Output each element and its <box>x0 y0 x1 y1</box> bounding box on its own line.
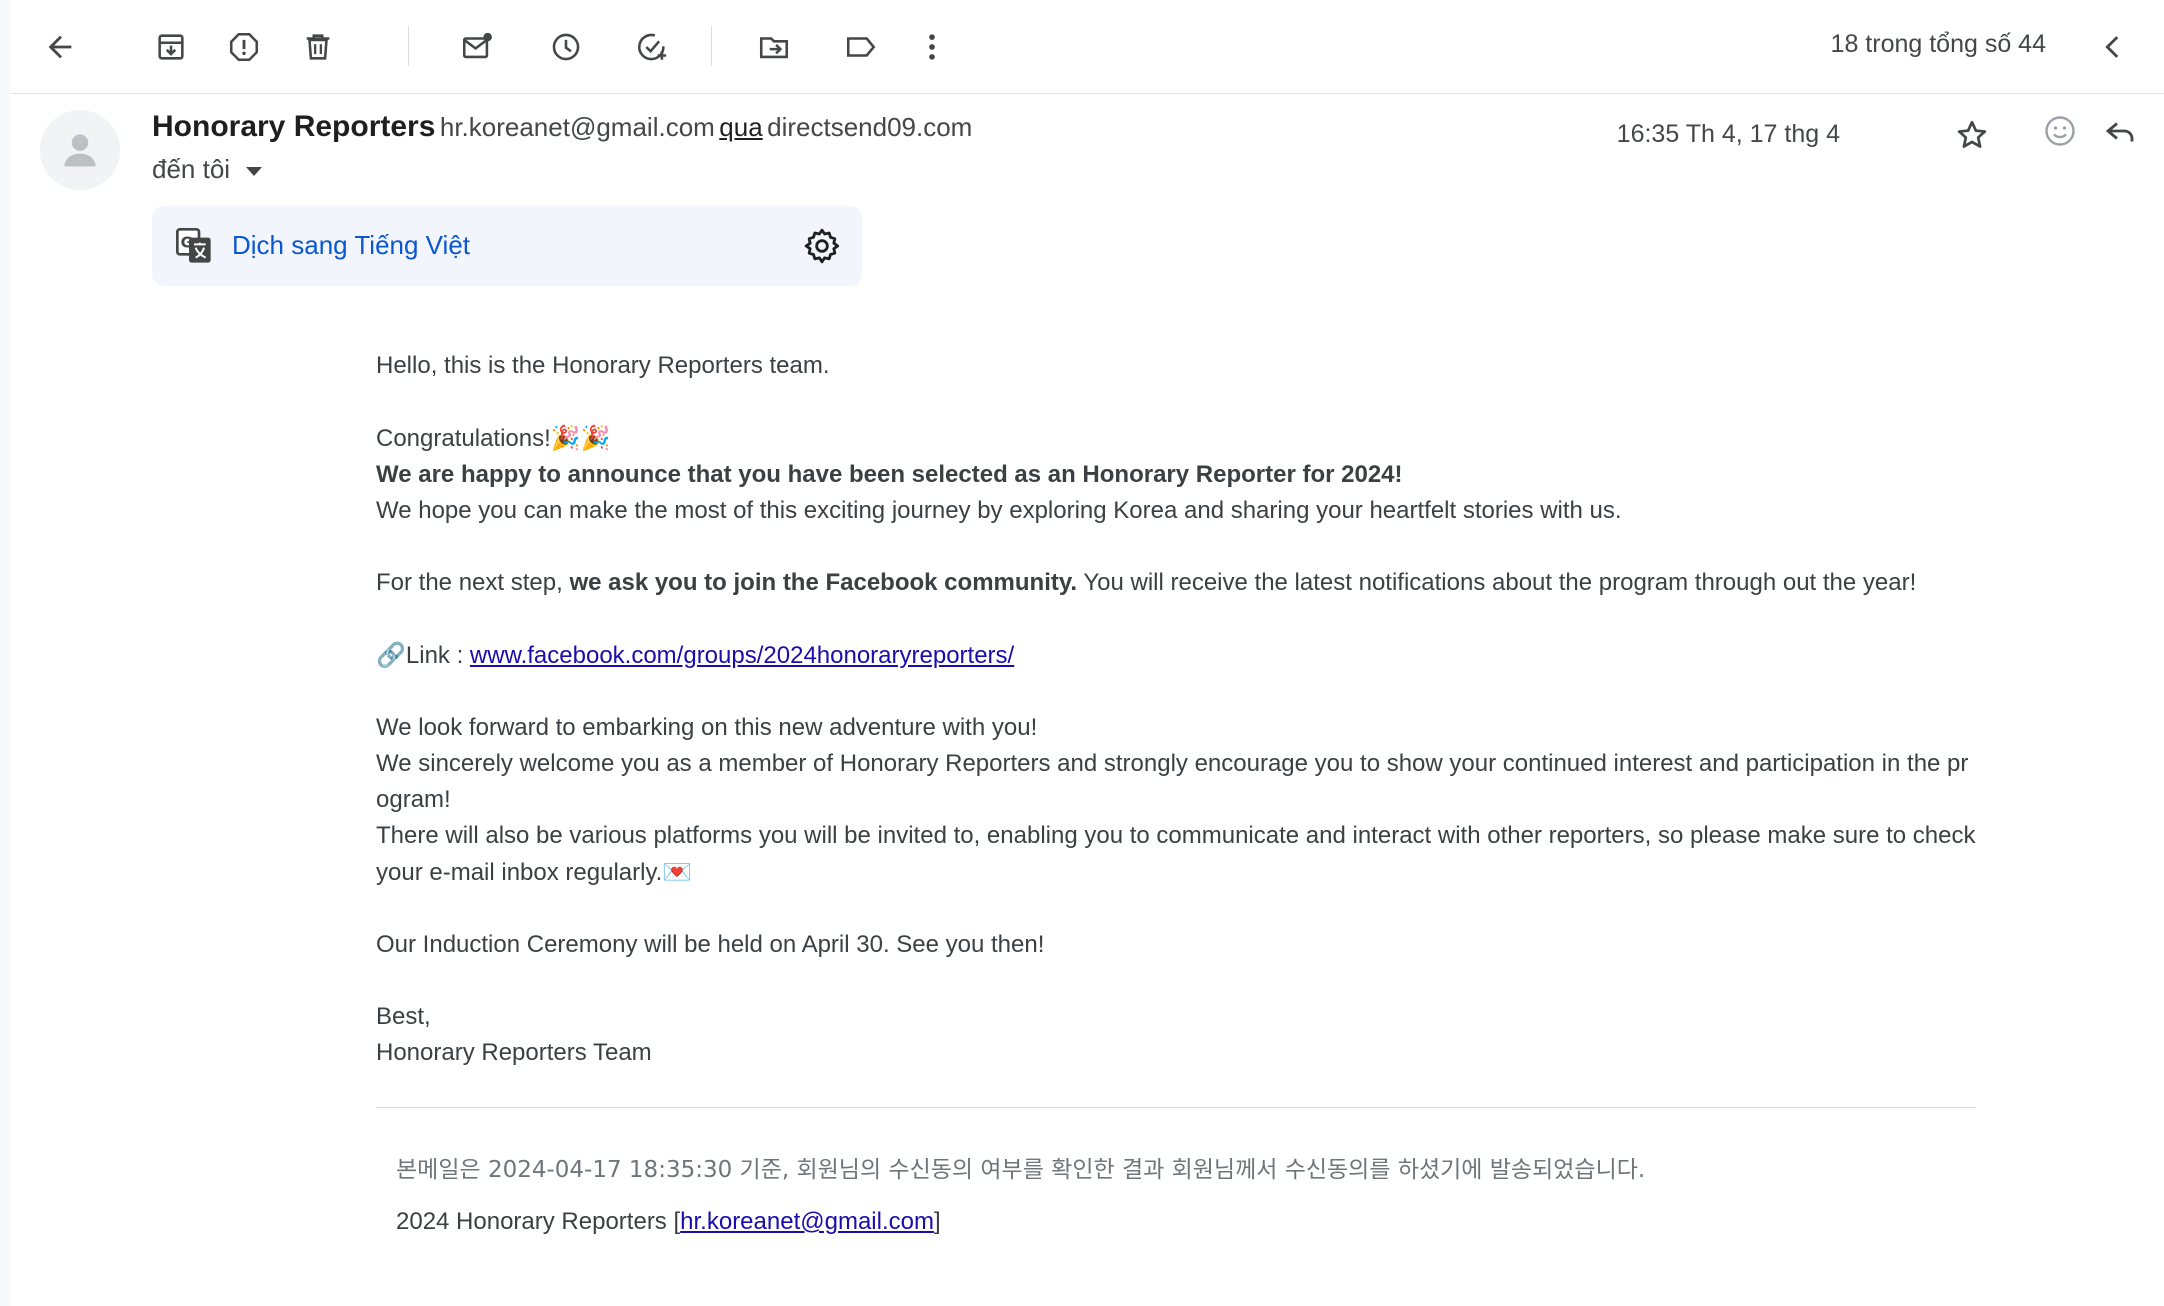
gear-icon[interactable] <box>802 226 842 266</box>
next-step-bold: we ask you to join the Facebook communit… <box>569 569 1078 596</box>
avatar[interactable] <box>40 110 120 190</box>
welcome-text: We sincerely welcome you as a member of … <box>376 750 1969 777</box>
add-to-tasks-button[interactable] <box>625 20 679 74</box>
report-spam-button[interactable] <box>217 20 271 74</box>
toolbar: 18 trong tổng số 44 <box>10 0 2164 94</box>
translate-bar: G Dịch sang Tiếng Việt <box>152 206 862 286</box>
love-letter-emoji: 💌 <box>662 858 693 886</box>
mail-unread-icon <box>462 32 492 59</box>
link-line: 🔗Link : www.facebook.com/groups/2024hono… <box>376 637 1980 674</box>
recipient-details-toggle[interactable]: đến tôi <box>152 154 263 185</box>
org-suffix: ] <box>933 1208 941 1235</box>
announcement: We are happy to announce that you have b… <box>376 461 1403 488</box>
move-to-button[interactable] <box>747 20 801 74</box>
delete-button[interactable] <box>291 20 345 74</box>
labels-button[interactable] <box>834 20 888 74</box>
greeting: Hello, this is the Honorary Reporters te… <box>376 352 830 379</box>
toolbar-separator <box>711 26 712 66</box>
left-edge <box>0 0 10 1306</box>
consent-notice: 본메일은 2024-04-17 18:35:30 기준, 회원님의 수신동의 여… <box>396 1157 1646 1183</box>
caret-down-icon <box>246 166 263 176</box>
person-icon <box>64 134 96 167</box>
label-icon <box>846 37 876 57</box>
more-vert-icon <box>929 34 935 60</box>
facebook-group-link[interactable]: www.facebook.com/groups/2024honoraryrepo… <box>470 642 1014 669</box>
welcome-text-cont: ogram! <box>376 786 451 813</box>
party-emoji: 🎉🎉 <box>550 424 611 452</box>
translate-link[interactable]: Dịch sang Tiếng Việt <box>232 230 470 261</box>
newer-button[interactable] <box>2086 20 2140 74</box>
platforms-text-cont: your e-mail inbox regularly. <box>376 859 663 886</box>
reply-icon <box>2105 122 2134 142</box>
sender-line: Honorary Reporters hr.koreanet@gmail.com… <box>152 110 972 144</box>
snooze-button[interactable] <box>539 20 593 74</box>
arrow-left-icon <box>48 35 72 59</box>
via-domain: directsend09.com <box>767 112 973 142</box>
folder-move-icon <box>759 37 789 59</box>
sender-email: hr.koreanet@gmail.com <box>439 112 715 142</box>
pager-count: 18 trong tổng số 44 <box>1830 30 2046 58</box>
link-emoji: 🔗 <box>376 641 406 669</box>
signature: Honorary Reporters Team <box>376 1039 652 1066</box>
platforms-text: There will also be various platforms you… <box>376 822 1976 849</box>
mark-unread-button[interactable] <box>450 20 504 74</box>
google-translate-icon: G <box>176 228 211 263</box>
footer-divider <box>376 1107 1976 1108</box>
message-date: 16:35 Th 4, 17 thg 4 <box>1616 120 1840 148</box>
chevron-left-icon <box>2105 36 2119 58</box>
congrats: Congratulations! <box>376 425 551 452</box>
archive-button[interactable] <box>144 20 198 74</box>
clock-icon <box>552 33 580 61</box>
toolbar-separator <box>408 26 409 66</box>
reply-button[interactable] <box>2093 104 2147 158</box>
link-label: Link : <box>405 642 470 669</box>
message-body: Hello, this is the Honorary Reporters te… <box>376 348 1980 1071</box>
via-link[interactable]: qua <box>719 112 762 142</box>
hope-text: We hope you can make the most of this ex… <box>376 497 1622 524</box>
org-contact: 2024 Honorary Reporters [hr.koreanet@gma… <box>396 1208 941 1236</box>
to-label: đến tôi <box>152 154 231 184</box>
next-step-pre: For the next step, <box>376 569 570 596</box>
forward-text: We look forward to embarking on this new… <box>376 714 1038 741</box>
platforms-line-2: your e-mail inbox regularly.💌 <box>376 854 1980 891</box>
next-step-post: You will receive the latest notification… <box>1077 569 1917 596</box>
org-email-link[interactable]: hr.koreanet@gmail.com <box>680 1208 934 1235</box>
report-icon <box>229 32 259 62</box>
next-step-line: For the next step, we ask you to join th… <box>376 565 1980 601</box>
signoff: Best, <box>376 1003 431 1030</box>
star-button[interactable] <box>1945 108 1999 162</box>
back-button[interactable] <box>33 20 87 74</box>
smiley-icon <box>2045 116 2075 146</box>
org-prefix: 2024 Honorary Reporters [ <box>396 1208 681 1235</box>
more-options-button[interactable] <box>905 20 959 74</box>
congrats-line: Congratulations!🎉🎉 <box>376 420 1980 457</box>
ceremony-text: Our Induction Ceremony will be held on A… <box>376 931 1045 958</box>
archive-icon <box>158 34 184 60</box>
star-icon <box>1957 120 1987 148</box>
trash-icon <box>306 34 330 60</box>
emoji-reaction-button[interactable] <box>2033 104 2087 158</box>
task-add-icon <box>638 33 667 61</box>
svg-text:G: G <box>181 234 193 252</box>
sender-name[interactable]: Honorary Reporters <box>152 110 435 143</box>
